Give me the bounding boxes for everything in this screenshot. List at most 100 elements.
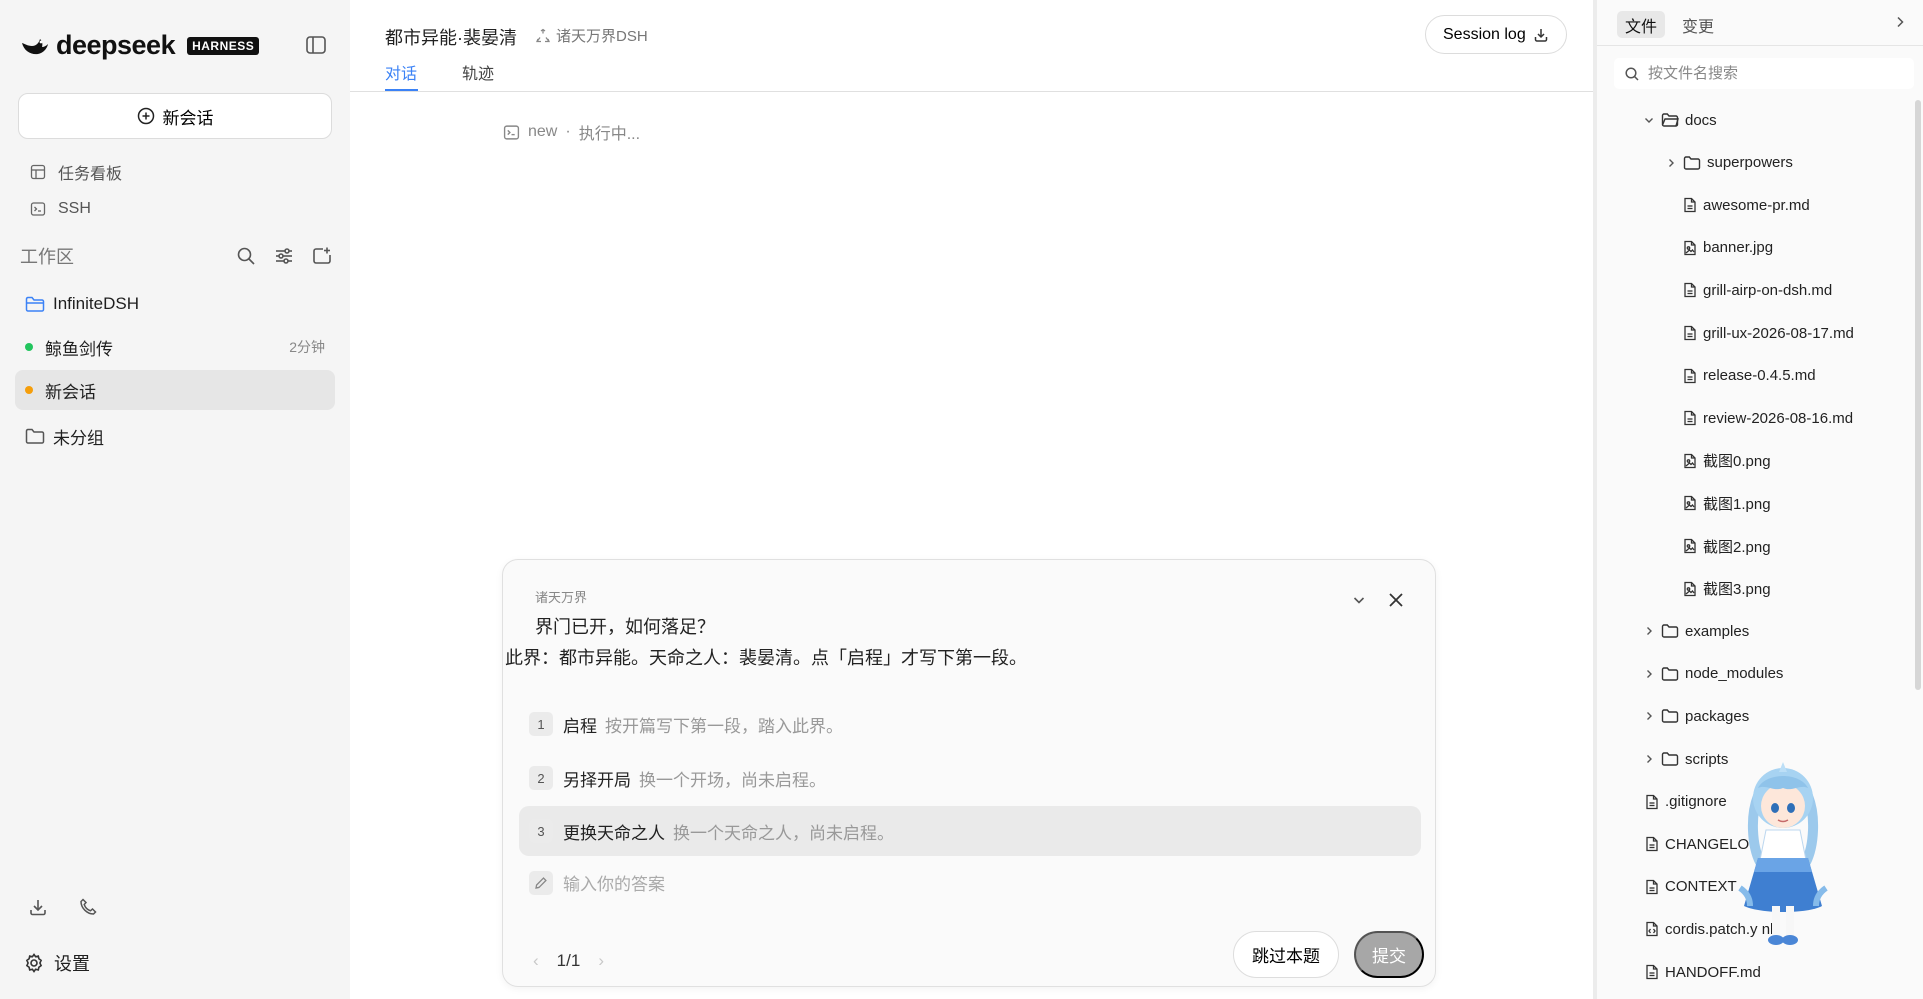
filter-sliders-icon[interactable] (274, 246, 294, 266)
file-icon (1683, 325, 1697, 341)
image-file-icon (1683, 538, 1697, 554)
option-number: 3 (529, 819, 553, 843)
option-3[interactable]: 3 更换天命之人 换一个天命之人，尚未启程。 (519, 806, 1421, 856)
tree-folder[interactable]: docs (1643, 104, 1717, 136)
file-icon (1683, 410, 1697, 426)
world-tag-label: 诸天万界DSH (556, 28, 648, 45)
folder-icon (1683, 155, 1701, 171)
tree-folder[interactable]: superpowers (1665, 147, 1793, 179)
tree-item-label: grill-airp-on-dsh.md (1703, 281, 1833, 299)
new-folder-icon[interactable] (312, 246, 332, 266)
tree-file[interactable]: 截图0.png (1683, 445, 1771, 477)
option-1[interactable]: 1 启程 按开篇写下第一段，踏入此界。 (519, 699, 1421, 749)
brand-badge: HARNESS (187, 36, 260, 55)
tree-item-label: release-0.4.5.md (1703, 367, 1816, 385)
tab-trace[interactable]: 轨迹 (462, 60, 494, 84)
file-icon (1645, 794, 1659, 810)
tree-file[interactable]: release-0.4.5.md (1683, 360, 1816, 392)
tree-item-label: banner.jpg (1703, 239, 1774, 257)
status-label: new (528, 123, 558, 140)
tab-files[interactable]: 文件 (1617, 11, 1666, 38)
workspace-item-infinitedsh[interactable]: InfiniteDSH (15, 284, 335, 324)
tree-file[interactable]: 截图1.png (1683, 487, 1771, 519)
chevron-right-icon[interactable] (1643, 668, 1655, 680)
anime-mascot-illustration (1738, 762, 1828, 945)
settings-button[interactable]: 设置 (24, 950, 90, 976)
tree-item-label: docs (1685, 111, 1717, 129)
workspace-item-new-session[interactable]: 新会话 (15, 370, 335, 410)
settings-label: 设置 (54, 954, 90, 974)
tree-file[interactable]: grill-airp-on-dsh.md (1683, 274, 1832, 306)
tree-file[interactable]: 截图2.png (1683, 530, 1771, 562)
workspace-header: 工作区 (20, 244, 332, 268)
option-label: 另择开局 (563, 770, 631, 790)
status-state: 执行中... (578, 126, 641, 143)
session-log-label: Session log (1443, 25, 1526, 43)
file-icon (1683, 368, 1697, 384)
terminal-icon (503, 124, 520, 140)
chevron-right-icon[interactable] (1665, 157, 1677, 169)
tree-item-label: HANDOFF.md (1665, 963, 1761, 981)
tab-changes[interactable]: 变更 (1674, 11, 1722, 38)
prev-page-button[interactable]: ‹ (533, 951, 539, 971)
session-log-button[interactable]: Session log (1425, 15, 1567, 54)
image-file-icon (1683, 240, 1697, 256)
tree-file[interactable]: banner.jpg (1683, 232, 1773, 264)
scrollbar[interactable] (1915, 100, 1921, 690)
file-search-input[interactable] (1648, 65, 1888, 82)
tree-folder[interactable]: scripts (1643, 743, 1728, 775)
folder-icon (1661, 708, 1679, 724)
nav-item-ssh[interactable]: SSH (30, 200, 91, 218)
nav-item-kanban[interactable]: 任务看板 (30, 160, 122, 184)
tree-folder[interactable]: node_modules (1643, 658, 1783, 690)
tree-item-label: packages (1685, 707, 1750, 725)
image-file-icon (1683, 495, 1697, 511)
nav-item-label: SSH (58, 200, 91, 217)
chevron-right-icon[interactable] (1892, 14, 1908, 30)
tree-file[interactable]: awesome-pr.md (1683, 189, 1810, 221)
workspace-item-jingyu[interactable]: 鲸鱼剑传 2分钟 (15, 327, 335, 367)
tree-file[interactable]: grill-ux-2026-08-17.md (1683, 317, 1854, 349)
chevron-down-icon[interactable] (1351, 592, 1367, 608)
phone-icon[interactable] (78, 897, 98, 917)
answer-input[interactable]: 输入你的答案 (529, 870, 665, 895)
download-icon[interactable] (28, 897, 48, 917)
option-2[interactable]: 2 另择开局 换一个开场，尚未启程。 (519, 753, 1421, 803)
chevron-right-icon[interactable] (1643, 625, 1655, 637)
skip-question-button[interactable]: 跳过本题 (1233, 931, 1339, 978)
header-divider (350, 91, 1595, 92)
tree-item-label: review-2026-08-16.md (1703, 409, 1854, 427)
brand-name: deepseek (56, 30, 176, 60)
tree-item-label: .gitignore (1665, 793, 1727, 811)
workspace-item-ungrouped[interactable]: 未分组 (15, 416, 335, 456)
tab-chat[interactable]: 对话 (385, 60, 417, 84)
new-chat-button[interactable]: 新会话 (18, 93, 332, 139)
workspace-item-label: 新会话 (45, 382, 96, 402)
tree-file[interactable]: .gitignore (1645, 786, 1727, 818)
chevron-right-icon[interactable] (1643, 753, 1655, 765)
search-icon[interactable] (236, 246, 256, 266)
chevron-right-icon[interactable] (1643, 710, 1655, 722)
next-page-button[interactable]: › (598, 951, 604, 971)
app-window: deepseek HARNESS 新会话 任务看板 SSH 工作区 Infini… (0, 0, 1923, 999)
tree-folder[interactable]: examples (1643, 615, 1749, 647)
submit-button[interactable]: 提交 (1354, 931, 1424, 978)
panel-divider (1597, 45, 1923, 46)
tree-file[interactable]: HANDOFF.md (1645, 956, 1761, 988)
sidebar-bottom-actions (28, 897, 98, 917)
tree-file[interactable]: 截图3.png (1683, 573, 1771, 605)
sidebar-toggle-icon[interactable] (304, 33, 328, 57)
close-icon[interactable] (1385, 589, 1407, 611)
kanban-icon (30, 164, 46, 180)
folder-icon (1661, 666, 1679, 682)
pencil-icon (529, 870, 553, 895)
tree-file[interactable]: review-2026-08-16.md (1683, 402, 1853, 434)
chevron-down-icon[interactable] (1643, 114, 1655, 126)
tree-file[interactable]: CONTEXT (1645, 871, 1737, 903)
workspace-title: 工作区 (20, 247, 74, 267)
question-title: 界门已开，如何落足？ (535, 617, 715, 637)
tree-item-label: grill-ux-2026-08-17.md (1703, 324, 1854, 342)
main-panel: 都市异能·裴晏清 诸天万界DSH Session log 对话 轨迹 new ·… (350, 0, 1595, 999)
tree-folder[interactable]: packages (1643, 700, 1749, 732)
status-dot (25, 386, 33, 394)
